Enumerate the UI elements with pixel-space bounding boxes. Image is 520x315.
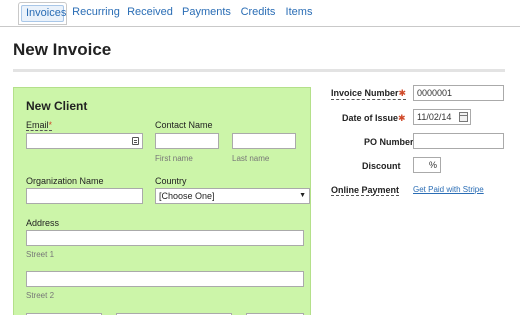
email-label: Email* — [26, 120, 53, 131]
po-number-input[interactable] — [413, 133, 504, 149]
tab-recurring[interactable]: Recurring — [70, 2, 122, 25]
last-name-hint: Last name — [232, 154, 270, 163]
date-required-mark: ✱ — [398, 113, 406, 123]
country-select-value: [Choose One] — [159, 191, 215, 201]
tab-bar: Invoices Recurring Received Payments Cre… — [0, 0, 520, 27]
client-panel-title: New Client — [26, 99, 88, 113]
discount-input[interactable]: % — [413, 157, 441, 173]
tab-items[interactable]: Items — [284, 2, 314, 25]
po-number-label: PO Number — [364, 137, 414, 147]
tab-payments[interactable]: Payments — [182, 2, 231, 25]
email-field[interactable] — [26, 133, 143, 149]
title-divider — [13, 69, 505, 72]
country-label: Country — [155, 176, 187, 186]
first-name-input[interactable] — [155, 133, 219, 149]
date-of-issue-label: Date of Issue✱ — [342, 113, 406, 124]
get-paid-with-stripe-link[interactable]: Get Paid with Stripe — [413, 185, 484, 194]
first-name-hint: First name — [155, 154, 193, 163]
date-of-issue-input[interactable]: 11/02/14 — [413, 109, 471, 125]
last-name-input[interactable] — [232, 133, 296, 149]
street2-hint: Street 2 — [26, 291, 55, 300]
dropdown-arrow-icon: ▼ — [299, 192, 306, 199]
tab-received[interactable]: Received — [127, 2, 173, 25]
email-label-text: Email — [26, 120, 49, 130]
contact-card-icon[interactable] — [132, 137, 139, 145]
required-mark: * — [48, 120, 53, 130]
new-client-panel: New Client Email* Contact Name First nam… — [13, 87, 311, 315]
invoice-number-label-text: Invoice Number — [331, 88, 399, 98]
tab-credits[interactable]: Credits — [239, 2, 277, 25]
address-label: Address — [26, 218, 60, 228]
invoice-number-label: Invoice Number✱ — [331, 88, 407, 100]
date-of-issue-value: 11/02/14 — [417, 112, 452, 122]
invoice-number-input[interactable]: 0000001 — [413, 85, 504, 101]
street2-input[interactable] — [26, 271, 304, 287]
page-title: New Invoice — [13, 40, 112, 59]
country-select[interactable]: [Choose One] ▼ — [155, 188, 310, 204]
online-payment-label: Online Payment — [331, 185, 400, 196]
street1-input[interactable] — [26, 230, 304, 246]
invoice-required-mark: ✱ — [398, 88, 407, 98]
discount-label: Discount — [362, 161, 401, 171]
street1-hint: Street 1 — [26, 250, 55, 259]
date-of-issue-label-text: Date of Issue — [342, 113, 399, 123]
contact-name-label: Contact Name — [155, 120, 213, 130]
tab-invoices-label: Invoices — [21, 5, 66, 22]
discount-unit: % — [428, 160, 437, 170]
calendar-icon[interactable] — [459, 112, 468, 122]
tab-invoices[interactable]: Invoices — [18, 2, 67, 25]
organization-input[interactable] — [26, 188, 143, 204]
organization-label: Organization Name — [26, 176, 104, 186]
